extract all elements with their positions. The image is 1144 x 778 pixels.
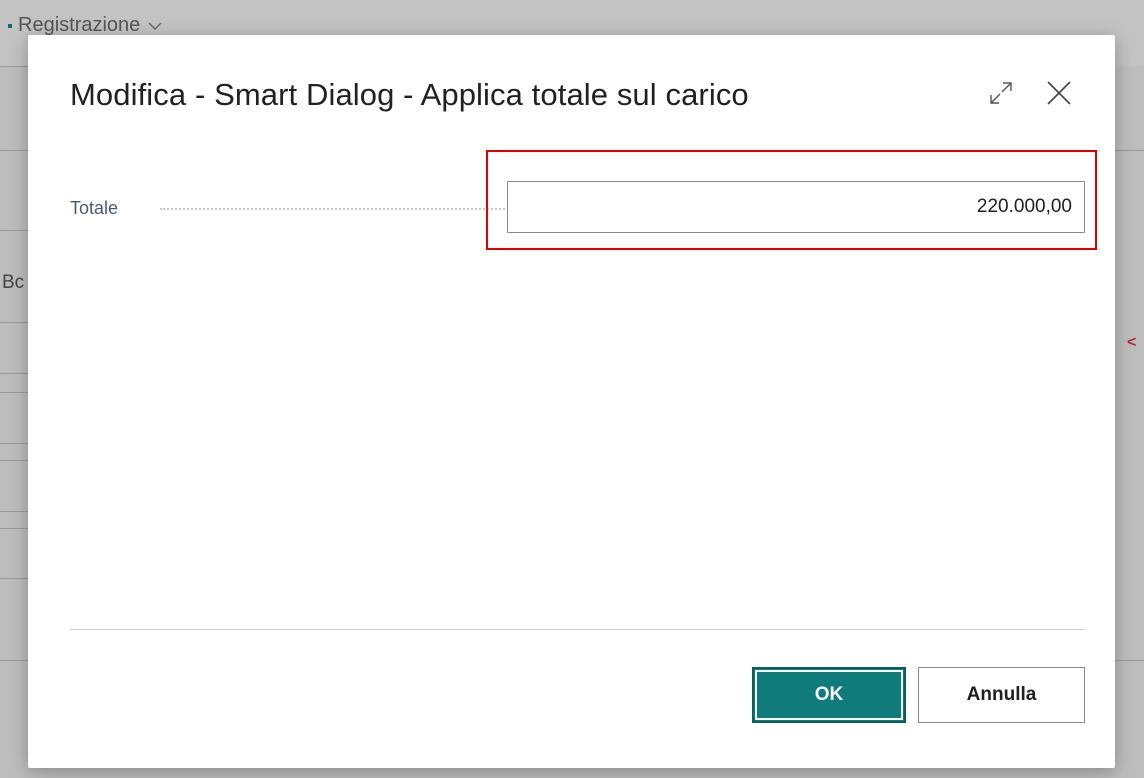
field-leader-dots: [160, 208, 525, 210]
background-tab-registrazione: Registrazione: [8, 14, 162, 37]
background-partial-mark: <: [1127, 334, 1137, 351]
background-partial-text: Bc: [2, 272, 25, 293]
expand-icon[interactable]: [983, 75, 1019, 111]
background-divider: [0, 443, 30, 444]
background-divider: [0, 322, 30, 323]
dialog-title-actions: [983, 75, 1077, 111]
background-divider: [0, 578, 30, 579]
background-divider: [0, 392, 30, 393]
totale-input[interactable]: [507, 181, 1085, 233]
background-divider: [1115, 660, 1144, 661]
background-tab-label: Registrazione: [18, 14, 141, 36]
dialog-title: Modifica - Smart Dialog - Applica totale…: [70, 77, 749, 112]
background-divider: [0, 373, 30, 374]
cancel-button[interactable]: Annulla: [918, 667, 1085, 723]
background-divider: [1115, 150, 1144, 151]
background-divider: [0, 528, 30, 529]
background-divider: [0, 460, 30, 461]
background-divider: [0, 511, 30, 512]
dialog-footer-divider: [70, 629, 1085, 630]
smart-dialog: Modifica - Smart Dialog - Applica totale…: [28, 35, 1115, 768]
background-divider: [0, 660, 30, 661]
background-divider: [0, 150, 30, 151]
chevron-down-icon: [144, 18, 162, 34]
background-divider: [0, 66, 30, 67]
background-divider: [0, 230, 30, 231]
close-icon[interactable]: [1041, 75, 1077, 111]
field-label-totale: Totale: [70, 198, 119, 218]
ok-button[interactable]: OK: [752, 667, 906, 723]
tab-indicator: [8, 23, 12, 28]
